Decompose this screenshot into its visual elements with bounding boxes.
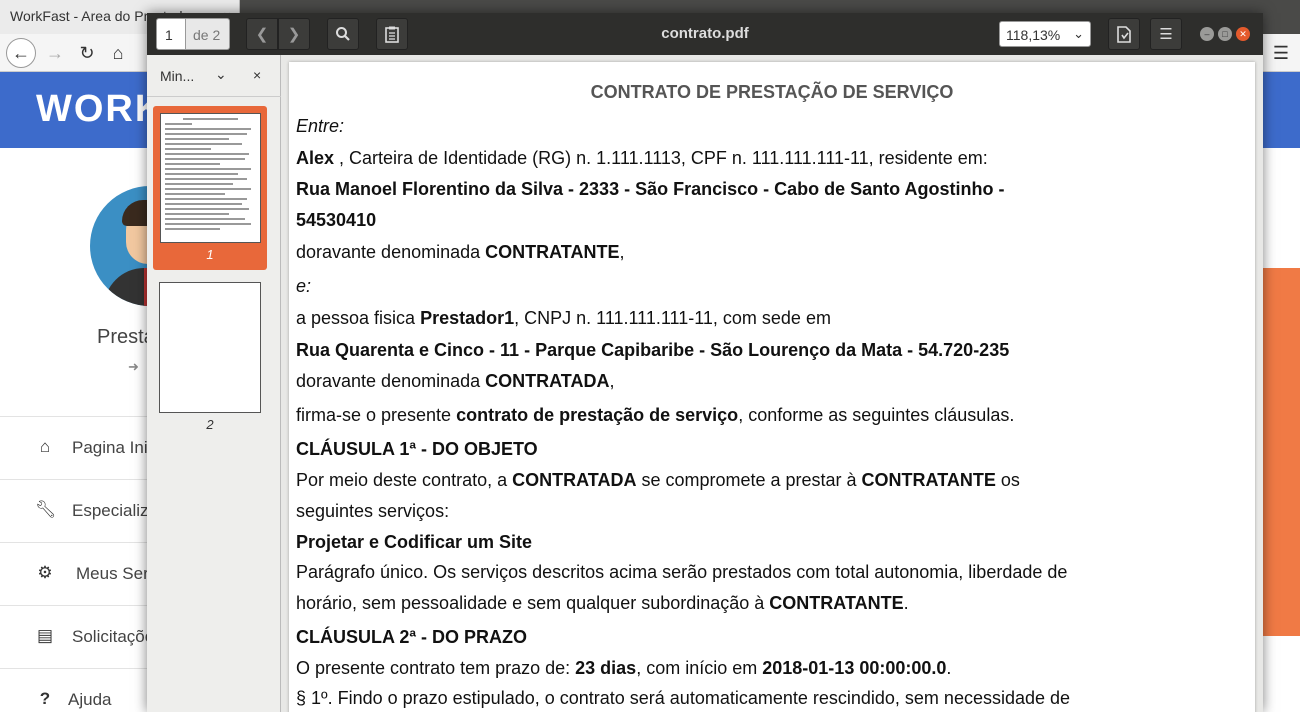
sidebar-header: Min... ⌄ ×: [147, 55, 281, 97]
clause-heading: CLÁUSULA 2ª - DO PRAZO: [296, 627, 527, 647]
thumbnail-image: [160, 113, 261, 243]
text-line: 54530410: [296, 210, 377, 230]
previous-page-button[interactable]: ❮: [246, 18, 278, 50]
chevron-down-icon[interactable]: ⌄: [215, 66, 227, 83]
list-icon: ▤: [36, 626, 54, 645]
chevron-down-icon: ⌄: [1073, 26, 1084, 41]
text-line: § 1º. Findo o prazo estipulado, o contra…: [296, 688, 1071, 708]
clause-heading: CLÁUSULA 1ª - DO OBJETO: [296, 439, 538, 459]
text-line: doravante denominada CONTRATANTE,: [296, 242, 625, 262]
text-line: Alex , Carteira de Identidade (RG) n. 1.…: [296, 148, 988, 168]
chevron-left-icon: ❮: [255, 26, 269, 43]
page-number-input[interactable]: 1: [156, 18, 186, 50]
text-line: firma-se o presente contrato de prestaçã…: [296, 405, 1015, 425]
text-line: Entre:: [296, 116, 345, 136]
text-line: e:: [296, 276, 312, 296]
close-icon: ✕: [1239, 29, 1247, 39]
text-line: Rua Quarenta e Cinco - 11 - Parque Capib…: [296, 340, 1010, 360]
reload-icon: ↻: [79, 42, 95, 63]
question-icon: ?: [39, 689, 51, 708]
hamburger-icon: ☰: [1272, 42, 1290, 63]
forward-button[interactable]: →: [40, 38, 70, 68]
close-sidebar-icon[interactable]: ×: [253, 67, 261, 83]
search-icon: [336, 27, 350, 41]
back-button[interactable]: ←: [6, 38, 36, 68]
close-button[interactable]: ✕: [1236, 27, 1250, 41]
thumbnail-sidebar: Min... ⌄ × 1 2: [147, 55, 281, 712]
chevron-right-icon: ❯: [287, 26, 301, 43]
document-heading: CONTRATO DE PRESTAÇÃO DE SERVIÇO: [590, 82, 954, 102]
browser-menu-button[interactable]: ☰: [1266, 38, 1296, 68]
minimize-icon: –: [1204, 29, 1210, 39]
home-icon: ⌂: [112, 42, 124, 63]
thumbnail-page-1[interactable]: 1: [153, 106, 267, 270]
arrow-left-icon: ←: [12, 42, 30, 63]
maximize-icon: □: [1222, 29, 1228, 39]
pdf-page: CONTRATO DE PRESTAÇÃO DE SERVIÇO Entre: …: [289, 62, 1255, 712]
sidebar-mode-label[interactable]: Min...: [160, 68, 194, 84]
save-button[interactable]: [1108, 18, 1140, 50]
document-view[interactable]: CONTRATO DE PRESTAÇÃO DE SERVIÇO Entre: …: [281, 55, 1263, 712]
text-line: doravante denominada CONTRATADA,: [296, 371, 615, 391]
clipboard-icon: [385, 26, 399, 43]
wrench-icon: 🔧︎: [35, 500, 57, 519]
home-icon: ⌂: [39, 437, 51, 456]
annotations-button[interactable]: [376, 18, 408, 50]
arrow-right-icon: →: [46, 42, 64, 63]
zoom-value: 118,13%: [1006, 27, 1061, 43]
reload-button[interactable]: ↻: [72, 38, 102, 68]
minimize-button[interactable]: –: [1200, 27, 1214, 41]
text-line: seguintes serviços:: [296, 501, 450, 521]
thumbnail-label: 1: [206, 247, 214, 262]
hamburger-icon: ☰: [1159, 26, 1173, 43]
text-line: Rua Manoel Florentino da Silva - 2333 - …: [296, 179, 1005, 199]
text-line: Por meio deste contrato, a CONTRATADA se…: [296, 470, 1020, 490]
logout-icon[interactable]: ➜: [128, 359, 139, 375]
thumbnail-label: 2: [206, 417, 214, 432]
viewer-menu-button[interactable]: ☰: [1150, 18, 1182, 50]
text-line: Parágrafo único. Os serviços descritos a…: [296, 562, 1068, 582]
document-save-icon: [1117, 25, 1131, 43]
text-line: a pessoa fisica Prestador1, CNPJ n. 111.…: [296, 308, 831, 328]
pdf-viewer-window: 1 de 2 ❮ ❯ contrato.pdf 118,13% ⌄ ☰ – □ …: [147, 13, 1263, 712]
next-page-button[interactable]: ❯: [278, 18, 310, 50]
text-line: horário, sem pessoalidade e sem qualquer…: [296, 593, 909, 613]
text-line: O presente contrato tem prazo de: 23 dia…: [296, 658, 952, 678]
viewer-toolbar: 1 de 2 ❮ ❯ contrato.pdf 118,13% ⌄ ☰ – □ …: [147, 13, 1263, 55]
search-button[interactable]: [327, 18, 359, 50]
page-count-label: de 2: [186, 18, 230, 50]
maximize-button[interactable]: □: [1218, 27, 1232, 41]
gears-icon: ⚙: [37, 563, 53, 582]
thumbnail-page-2[interactable]: [159, 282, 261, 413]
text-line: Projetar e Codificar um Site: [296, 532, 533, 552]
page-accent-strip: [1262, 268, 1300, 636]
sidebar-item-label: Ajuda: [68, 690, 112, 709]
zoom-select[interactable]: 118,13% ⌄: [999, 21, 1091, 47]
home-button[interactable]: ⌂: [103, 38, 133, 68]
document-title: contrato.pdf: [661, 25, 749, 42]
